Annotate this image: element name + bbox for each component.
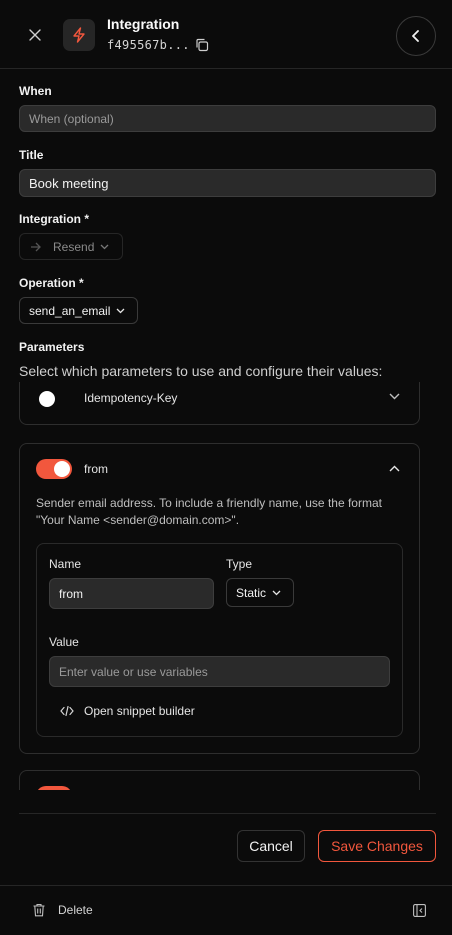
chevron-down-icon — [389, 393, 400, 400]
close-icon — [29, 29, 41, 41]
save-changes-button[interactable]: Save Changes — [318, 830, 436, 862]
type-value: Static — [236, 585, 267, 600]
idempotency-toggle[interactable] — [39, 391, 55, 407]
from-param-label: from — [84, 462, 108, 476]
parameters-list[interactable]: Idempotency-Key from Sender email addres… — [0, 382, 452, 790]
chevron-down-icon — [100, 244, 109, 249]
value-label: Value — [49, 635, 79, 649]
when-input[interactable]: When (optional) — [19, 105, 436, 132]
chevron-down-icon — [116, 308, 125, 313]
type-label: Type — [226, 557, 253, 571]
cancel-button[interactable]: Cancel — [237, 830, 305, 862]
operation-value: send_an_email — [29, 303, 111, 318]
from-toggle[interactable] — [36, 459, 72, 479]
from-description-2: "Your Name <sender@domain.com>". — [36, 513, 240, 527]
name-input[interactable]: from — [49, 578, 214, 609]
name-label: Name — [49, 557, 82, 571]
node-id: f495567b... — [107, 38, 190, 52]
chevron-left-icon — [412, 30, 419, 42]
toggle-sidebar-button[interactable] — [413, 904, 426, 917]
title-label: Title — [19, 148, 44, 162]
parameters-label: Parameters — [19, 340, 85, 354]
param-card-idempotency — [19, 382, 420, 425]
title-input[interactable]: Book meeting — [19, 169, 436, 197]
idempotency-label: Idempotency-Key — [84, 391, 178, 405]
next-param-toggle[interactable] — [36, 786, 72, 790]
panel-collapse-icon — [413, 904, 426, 917]
page-title: Integration — [107, 16, 180, 32]
from-collapse[interactable] — [389, 465, 400, 472]
from-description-1: Sender email address. To include a frien… — [36, 496, 382, 510]
snippet-label: Open snippet builder — [84, 704, 195, 718]
actions-divider — [19, 813, 436, 814]
integration-label: Integration * — [19, 212, 90, 226]
copy-icon[interactable] — [195, 38, 209, 52]
param-card-next — [19, 770, 420, 790]
trash-icon — [33, 903, 45, 917]
lightning-icon — [73, 27, 85, 43]
chevron-up-icon — [389, 465, 400, 472]
code-icon — [60, 706, 74, 716]
integration-select[interactable]: Resend — [19, 233, 123, 260]
collapse-back-button[interactable] — [396, 16, 436, 56]
chevron-down-icon — [272, 590, 281, 595]
operation-label: Operation * — [19, 276, 84, 290]
close-button[interactable] — [24, 24, 46, 46]
open-snippet-builder[interactable]: Open snippet builder — [60, 704, 195, 718]
integration-value: Resend — [53, 239, 95, 254]
when-label: When — [19, 84, 52, 98]
footer-divider — [0, 885, 452, 886]
operation-select[interactable]: send_an_email — [19, 297, 138, 324]
delete-button[interactable]: Delete — [33, 903, 93, 917]
resend-logo-icon — [31, 242, 41, 251]
integration-app-icon — [63, 19, 95, 51]
parameters-description: Select which parameters to use and confi… — [19, 363, 383, 379]
type-select[interactable]: Static — [226, 578, 294, 607]
delete-label: Delete — [58, 903, 93, 917]
idempotency-expand[interactable] — [389, 393, 400, 400]
value-input[interactable]: Enter value or use variables — [49, 656, 390, 687]
